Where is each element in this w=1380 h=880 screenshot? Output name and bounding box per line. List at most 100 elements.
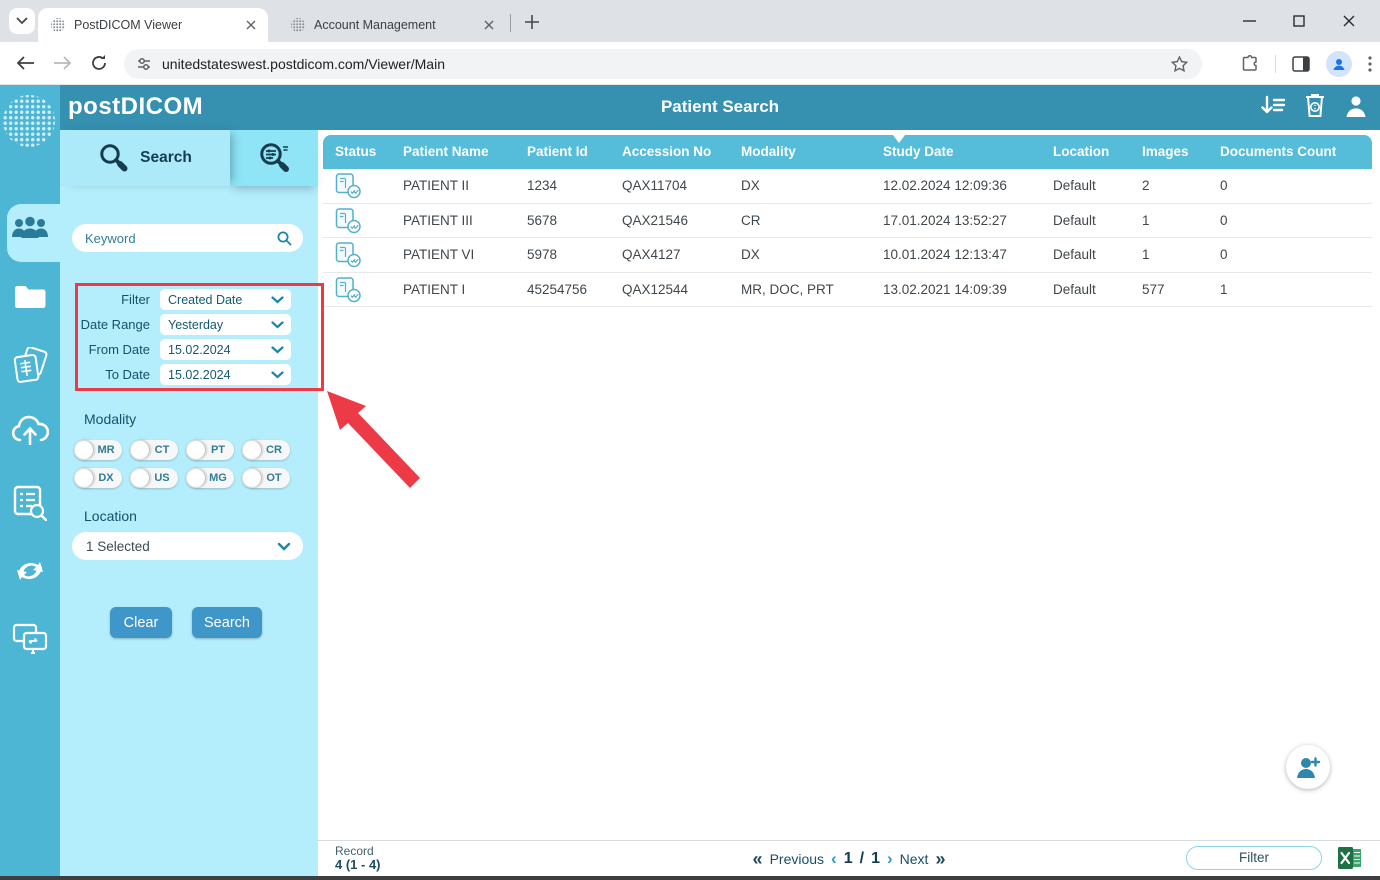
clear-button[interactable]: Clear <box>110 607 172 638</box>
to-date-label: To Date <box>105 367 150 382</box>
sidebar-item-studies[interactable] <box>0 347 60 385</box>
to-date-dropdown[interactable]: 15.02.2024 <box>160 364 291 385</box>
extensions-icon[interactable] <box>1241 54 1259 73</box>
col-patient-id[interactable]: Patient Id <box>527 135 588 169</box>
search-icon <box>100 144 128 172</box>
cell-images: 1 <box>1142 247 1150 262</box>
browser-tab-active[interactable]: PostDICOM Viewer <box>38 8 268 42</box>
location-value: 1 Selected <box>86 538 150 554</box>
excel-export-icon[interactable] <box>1337 845 1362 871</box>
table-row[interactable]: PATIENT II 1234 QAX11704 DX 12.02.2024 1… <box>323 169 1372 204</box>
date-range-dropdown[interactable]: Yesterday <box>160 314 291 335</box>
site-settings-icon[interactable] <box>136 56 152 72</box>
prev-page-icon[interactable]: ‹ <box>831 849 837 869</box>
sidebar-item-patients[interactable] <box>0 215 60 241</box>
last-page-icon[interactable]: » <box>935 849 945 870</box>
download-queue-icon[interactable] <box>1260 94 1286 118</box>
toggle-knob <box>131 469 149 487</box>
sidebar-item-order-search[interactable] <box>0 485 60 521</box>
tab-separator <box>510 14 511 32</box>
previous-button[interactable]: Previous <box>770 851 824 867</box>
table-row[interactable]: PATIENT I 45254756 QAX12544 MR, DOC, PRT… <box>323 273 1372 307</box>
page-separator: / <box>859 850 865 867</box>
new-tab-button[interactable] <box>522 12 542 32</box>
cell-documents-count: 0 <box>1220 178 1228 193</box>
recycle-bin-icon[interactable] <box>1304 93 1326 118</box>
cell-accession-no: QAX21546 <box>622 212 689 228</box>
keyword-input[interactable] <box>85 230 277 246</box>
back-icon[interactable] <box>12 50 38 76</box>
modality-toggle-us[interactable]: US <box>130 468 178 488</box>
sidebar-item-remote-share[interactable] <box>0 623 60 655</box>
filter-button[interactable]: Filter <box>1186 846 1322 870</box>
cell-accession-no: QAX4127 <box>622 247 681 262</box>
cell-images: 2 <box>1142 178 1150 193</box>
tab-close-icon[interactable] <box>242 16 260 34</box>
cell-modality: DX <box>741 178 760 193</box>
modality-toggle-mr[interactable]: MR <box>74 440 122 460</box>
tab-title: PostDICOM Viewer <box>74 18 183 32</box>
sidebar-item-sync[interactable] <box>0 553 60 589</box>
modality-toggle-mg[interactable]: MG <box>186 468 234 488</box>
cell-patient-id: 5678 <box>527 212 558 228</box>
col-images[interactable]: Images <box>1142 135 1189 169</box>
modality-toggle-dx[interactable]: DX <box>74 468 122 488</box>
col-accession-no[interactable]: Accession No <box>622 135 711 169</box>
add-patient-button[interactable] <box>1286 745 1330 789</box>
user-account-icon[interactable] <box>1344 94 1368 118</box>
cell-patient-id: 45254756 <box>527 281 588 297</box>
minimize-icon[interactable] <box>1238 10 1260 32</box>
url-bar[interactable]: unitedstateswest.postdicom.com/Viewer/Ma… <box>124 49 1202 79</box>
first-page-icon[interactable]: « <box>753 849 763 870</box>
col-documents-count[interactable]: Documents Count <box>1220 135 1336 169</box>
modality-toggle-pt[interactable]: PT <box>186 440 234 460</box>
modality-toggle-ot[interactable]: OT <box>242 468 290 488</box>
modality-toggle-cr[interactable]: CR <box>242 440 290 460</box>
browser-profile-avatar[interactable] <box>1326 50 1352 77</box>
maximize-icon[interactable] <box>1288 10 1310 32</box>
bookmark-star-icon[interactable] <box>1171 56 1188 72</box>
table-footer: Record 4 (1 - 4) « Previous ‹ 1 / 1 › Ne… <box>318 840 1380 876</box>
side-panel-icon[interactable] <box>1292 55 1310 72</box>
col-modality[interactable]: Modality <box>741 135 796 169</box>
col-location[interactable]: Location <box>1053 135 1109 169</box>
col-status[interactable]: Status <box>335 135 376 169</box>
toolbar-right <box>1241 42 1372 85</box>
location-dropdown[interactable]: 1 Selected <box>72 532 303 560</box>
cell-documents-count: 1 <box>1220 281 1228 297</box>
close-window-icon[interactable] <box>1338 10 1360 32</box>
cell-patient-name: PATIENT II <box>403 178 470 193</box>
browser-tab-inactive[interactable]: Account Management <box>278 8 506 42</box>
sidebar-item-upload[interactable] <box>0 415 60 445</box>
total-pages: 1 <box>871 850 880 867</box>
postdicom-favicon <box>291 18 305 32</box>
chevron-down-icon <box>271 295 284 303</box>
tab-close-icon[interactable] <box>480 16 498 34</box>
next-page-icon[interactable]: › <box>887 849 893 869</box>
folder-icon <box>15 286 46 308</box>
next-button[interactable]: Next <box>900 851 929 867</box>
keyword-search-icon[interactable] <box>277 231 292 246</box>
from-date-dropdown[interactable]: 15.02.2024 <box>160 339 291 360</box>
filter-label: Filter <box>121 292 150 307</box>
sidebar-item-folders[interactable] <box>0 283 60 309</box>
table-row[interactable]: PATIENT III 5678 QAX21546 CR 17.01.2024 … <box>323 204 1372 238</box>
filter-dropdown[interactable]: Created Date <box>160 289 291 310</box>
browser-menu-icon[interactable] <box>1368 55 1372 72</box>
search-tab-label: Search <box>140 149 192 166</box>
forward-icon[interactable] <box>50 50 76 76</box>
cell-location: Default <box>1053 281 1096 297</box>
modality-label: Modality <box>84 411 137 427</box>
col-patient-name[interactable]: Patient Name <box>403 135 489 169</box>
tab-basic-search[interactable]: Search <box>60 130 230 186</box>
table-row[interactable]: PATIENT VI 5978 QAX4127 DX 10.01.2024 12… <box>323 238 1372 273</box>
toggle-knob <box>75 441 93 459</box>
modality-toggle-ct[interactable]: CT <box>130 440 178 460</box>
toggle-knob <box>243 441 261 459</box>
search-button[interactable]: Search <box>192 607 262 638</box>
toggle-knob <box>243 469 261 487</box>
sort-desc-icon <box>893 135 905 143</box>
tab-search-button[interactable] <box>9 8 35 34</box>
reload-icon[interactable] <box>86 50 112 76</box>
tab-advanced-search[interactable] <box>230 130 318 186</box>
